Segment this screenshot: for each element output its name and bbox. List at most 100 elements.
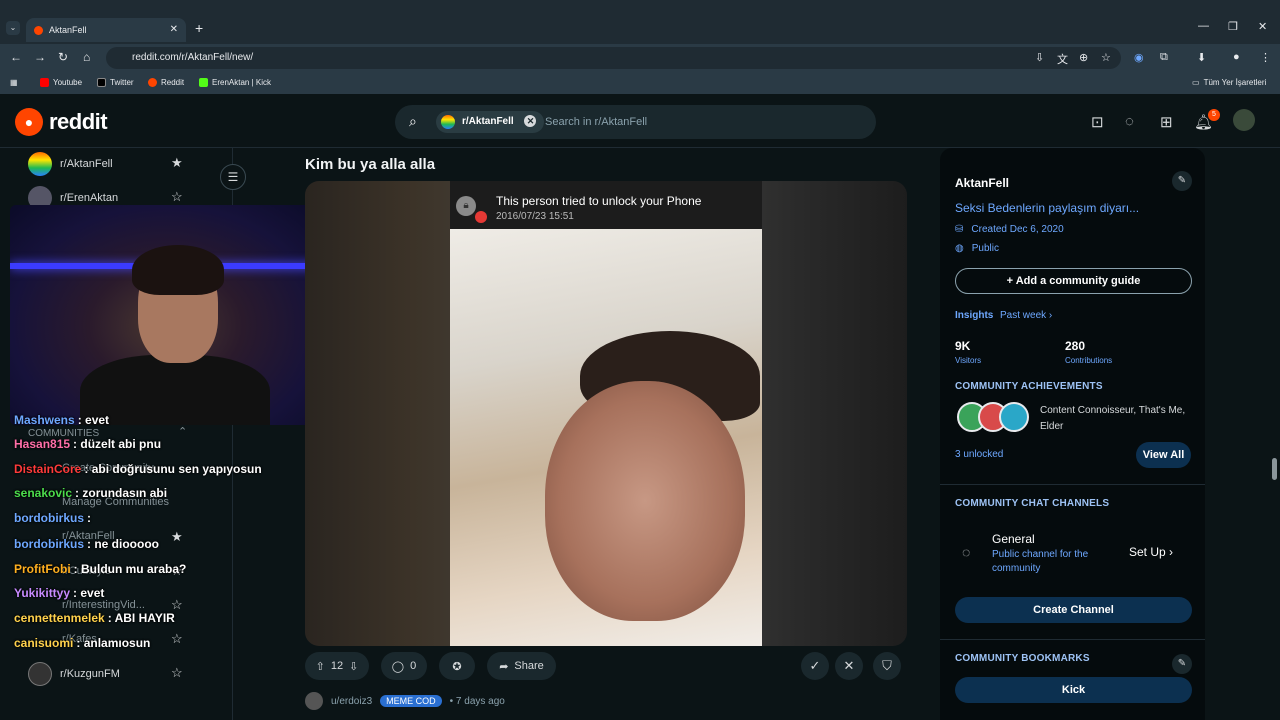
channel-description: Public channel for the community xyxy=(992,549,1089,574)
zoom-icon[interactable]: ⊕ xyxy=(1079,51,1088,64)
chat-channels-title: COMMUNITY CHAT CHANNELS xyxy=(955,498,1110,509)
photo-face xyxy=(545,381,745,621)
create-post-icon[interactable]: ⊞ xyxy=(1160,113,1173,131)
close-window-icon[interactable]: ✕ xyxy=(1258,20,1267,33)
chat-message: bordobirkus: ne diooooo xyxy=(14,537,159,551)
award-icon: ✪ xyxy=(452,660,462,673)
chat-icon[interactable]: ◌ xyxy=(1125,113,1134,130)
globe-icon: ◍ xyxy=(955,243,964,254)
view-all-button[interactable]: View All xyxy=(1136,442,1191,468)
profile-icon[interactable]: ● xyxy=(1233,51,1240,63)
reload-icon[interactable]: ↻ xyxy=(58,50,68,64)
community-avatar xyxy=(28,662,52,686)
post-media[interactable]: 🔒︎ This person tried to unlock your Phon… xyxy=(305,181,907,646)
page-scrollbar[interactable] xyxy=(1270,148,1280,720)
browser-tab[interactable]: AktanFell ✕ xyxy=(26,18,186,42)
approve-icon[interactable]: ✓ xyxy=(801,652,829,680)
remove-icon[interactable]: ✕ xyxy=(835,652,863,680)
upvote-icon[interactable]: ⇧ xyxy=(316,660,325,673)
next-post-header: u/erdoiz3 MEME COD • 7 days ago xyxy=(305,692,505,710)
extension-audio-icon[interactable]: ◉ xyxy=(1134,51,1144,64)
streamer-hair xyxy=(132,245,224,295)
post-title[interactable]: Kim bu ya alla alla xyxy=(305,156,435,173)
advertise-icon[interactable]: ⊡ xyxy=(1091,113,1104,131)
translate-icon[interactable]: 文 xyxy=(1057,51,1068,67)
bookmark-kick[interactable]: ErenAktan | Kick xyxy=(199,78,271,87)
collapse-nav-icon[interactable]: ☰ xyxy=(220,164,246,190)
tab-title: AktanFell xyxy=(49,25,87,35)
forward-icon[interactable]: → xyxy=(34,50,46,64)
visibility: ◍ Public xyxy=(955,243,999,254)
edit-bookmarks-icon[interactable]: ✎ xyxy=(1172,654,1192,674)
bookmark-reddit[interactable]: Reddit xyxy=(148,78,184,87)
install-icon[interactable]: ⇩ xyxy=(1035,51,1044,64)
insights-period[interactable]: Past week › xyxy=(1000,310,1052,321)
sidebar-item-kuzgunfm[interactable]: r/KuzgunFM xyxy=(28,662,120,686)
channel-name[interactable]: General xyxy=(992,532,1035,546)
all-bookmarks[interactable]: ▭ Tüm Yer İşaretleri xyxy=(1192,78,1266,87)
tab-search-icon[interactable]: ⌄ xyxy=(6,21,20,35)
bookmark-star-icon[interactable]: ☆ xyxy=(1101,51,1111,64)
scrollbar-thumb[interactable] xyxy=(1272,458,1277,480)
restore-icon[interactable]: ❐ xyxy=(1228,20,1238,33)
mod-shield-icon[interactable]: ⛉ xyxy=(873,652,901,680)
user-avatar[interactable] xyxy=(1233,109,1255,131)
add-community-guide-button[interactable]: + Add a community guide xyxy=(955,268,1192,294)
community-name: AktanFell xyxy=(955,176,1010,190)
bookmark-youtube[interactable]: Youtube xyxy=(40,78,82,87)
community-avatar xyxy=(28,152,52,176)
set-up-button[interactable]: Set Up › xyxy=(1129,545,1173,559)
achievement-badge-icon[interactable] xyxy=(999,402,1029,432)
bookmark-twitter[interactable]: Twitter xyxy=(97,78,134,87)
bookmark-kick-button[interactable]: Kick xyxy=(955,677,1192,703)
edit-icon[interactable]: ✎ xyxy=(1172,171,1192,191)
apps-icon[interactable]: ▦ xyxy=(10,78,18,87)
chat-message: bordobirkus: xyxy=(14,511,92,525)
sidebar-item-aktanfell[interactable]: r/AktanFell xyxy=(28,152,113,176)
visitors-label: Visitors xyxy=(955,356,982,365)
post-photo: 🔒︎ This person tried to unlock your Phon… xyxy=(450,181,762,646)
next-post-user[interactable]: u/erdoiz3 xyxy=(331,696,372,707)
bookmarks-bar: ▦ Youtube Twitter Reddit ErenAktan | Kic… xyxy=(0,72,1280,94)
chat-message: Yukikittyy: evet xyxy=(14,586,105,600)
minimize-icon[interactable]: — xyxy=(1198,20,1209,32)
contributions-label: Contributions xyxy=(1065,356,1113,365)
bookmarks-title: COMMUNITY BOOKMARKS xyxy=(955,653,1090,664)
favorite-star-icon[interactable]: ☆ xyxy=(171,665,183,681)
favorite-star-icon[interactable]: ☆ xyxy=(171,189,183,205)
back-icon[interactable]: ← xyxy=(10,50,22,64)
chat-message: cennettenmelek: ABI HAYIR xyxy=(14,611,175,625)
user-avatar xyxy=(305,692,323,710)
comments-button[interactable]: ◯ 0 xyxy=(381,652,427,680)
kick-icon xyxy=(199,78,208,87)
visitors-value: 9K xyxy=(955,339,971,353)
url-text: reddit.com/r/AktanFell/new/ xyxy=(132,52,254,63)
achievements-title: COMMUNITY ACHIEVEMENTS xyxy=(955,381,1103,392)
close-tab-icon[interactable]: ✕ xyxy=(170,24,178,35)
chat-message: DistainCore: abi doğrusunu sen yapıyosun xyxy=(14,462,262,476)
reddit-logo[interactable]: ● reddit xyxy=(15,108,108,136)
contributions-value: 280 xyxy=(1065,339,1086,353)
browser-menu-icon[interactable]: ⋮ xyxy=(1260,51,1271,64)
downvote-icon[interactable]: ⇩ xyxy=(349,660,358,673)
award-button[interactable]: ✪ xyxy=(439,652,475,680)
downloads-icon[interactable]: ⬇ xyxy=(1197,51,1206,64)
chat-message: canisuomi: anlamıosun xyxy=(14,636,151,650)
address-bar[interactable]: reddit.com/r/AktanFell/new/ xyxy=(106,47,1121,69)
reddit-favicon-icon xyxy=(34,25,43,35)
extensions-icon[interactable]: ⧉ xyxy=(1160,51,1168,64)
create-channel-button[interactable]: Create Channel xyxy=(955,597,1192,623)
favorite-star-icon[interactable]: ★ xyxy=(171,155,183,171)
search-community-chip[interactable]: r/AktanFell ✕ xyxy=(436,111,545,133)
new-tab-icon[interactable]: + xyxy=(195,20,203,36)
chat-message: Hasan815: düzelt abi pnu xyxy=(14,437,162,451)
created-date: ⛁ Created Dec 6, 2020 xyxy=(955,224,1064,235)
streamer-webcam xyxy=(10,205,322,425)
chat-message: ProfitFobi: Buldun mu araba? xyxy=(14,562,187,576)
share-button[interactable]: ➦ Share xyxy=(487,652,556,680)
home-icon[interactable]: ⌂ xyxy=(83,50,90,64)
clear-chip-icon[interactable]: ✕ xyxy=(524,115,537,127)
next-post-time: • 7 days ago xyxy=(449,695,505,707)
search-input[interactable]: Search in r/AktanFell xyxy=(545,116,647,128)
alert-icon xyxy=(475,211,487,223)
